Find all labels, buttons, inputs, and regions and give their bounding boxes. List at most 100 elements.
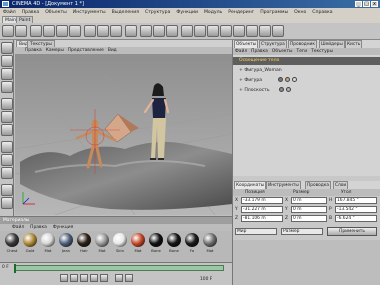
camera-icon[interactable] [259,25,271,37]
array-icon[interactable] [207,25,219,37]
time-ruler[interactable] [14,265,224,271]
material-swatch[interactable]: Jean [58,233,74,257]
scene-icon[interactable] [246,25,258,37]
angle-b-field[interactable]: -6.624 ° [335,215,377,222]
om-menu-tags[interactable]: Теги [295,49,310,54]
tab-shaders[interactable]: Шейдеры [319,40,345,48]
autokey-icon[interactable] [125,274,133,282]
menu-functions[interactable]: Функции [173,10,201,15]
z-axis-icon[interactable] [110,25,122,37]
edges-mode-icon[interactable] [1,111,13,123]
tab-objects[interactable]: Объекты [234,40,259,48]
render-settings-icon[interactable] [166,25,178,37]
menu-file[interactable]: Файл [0,10,19,15]
position-y-field[interactable]: -31.227 m [241,206,283,213]
om-menu-objects[interactable]: Объекты [270,49,295,54]
previous-frame-icon[interactable] [70,274,78,282]
mat-menu-edit[interactable]: Правка [27,225,50,230]
light-icon[interactable] [272,25,284,37]
material-swatch[interactable]: Mat [40,233,56,257]
om-menu-textures[interactable]: Текстуры [309,49,335,54]
next-frame-icon[interactable] [90,274,98,282]
menu-window[interactable]: Окно [291,10,309,15]
3d-scene[interactable] [15,54,232,215]
tab-paint[interactable]: Paint [16,16,34,23]
size-y-field[interactable]: 0 m [291,206,327,213]
play-icon[interactable] [80,274,88,282]
size-mode-select[interactable]: Размер [281,228,323,235]
menu-programs[interactable]: Программы [257,10,291,15]
spline-icon[interactable] [220,25,232,37]
points-mode-icon[interactable] [1,98,13,110]
mat-menu-function[interactable]: Функция [50,225,76,230]
tab-browser[interactable]: Проводник [288,40,317,48]
cube-icon[interactable] [181,25,193,37]
material-swatch[interactable]: Hair [76,233,92,257]
minimize-button[interactable]: _ [355,1,362,7]
menu-edit[interactable]: Правка [19,10,42,15]
mat-menu-file[interactable]: Файл [0,225,27,230]
menu-selection[interactable]: Выделения [109,10,142,15]
size-x-field[interactable]: 0 m [291,197,327,204]
material-tag-icon[interactable] [286,87,292,92]
tab-wiring[interactable]: Проводка [305,181,331,189]
snap-icon[interactable] [1,154,13,166]
angle-h-field[interactable]: 167.845 ° [335,197,377,204]
coordinate-mode-select[interactable]: Мир [235,228,277,235]
maximize-button[interactable]: □ [363,1,370,7]
material-swatch[interactable]: Chest [4,233,20,257]
material-swatch[interactable]: Mat [130,233,146,257]
rotate-icon[interactable] [69,25,81,37]
om-menu-edit[interactable]: Правка [249,49,270,54]
viewport-menu-view[interactable]: Вид [106,48,119,53]
live-select-icon[interactable] [30,25,42,37]
close-button[interactable]: x [371,1,378,7]
solo-icon[interactable] [1,184,13,196]
viewport-menu-display[interactable]: Представление [66,48,106,53]
material-swatch[interactable]: Skin [112,233,128,257]
menu-render[interactable]: Рендеринг [225,10,257,15]
tab-textures[interactable]: Текстуры [27,40,55,47]
tab-layers[interactable]: Слои [333,181,349,189]
viewport-menu-edit[interactable]: Правка [15,48,44,53]
position-x-field[interactable]: -33.179 m [241,197,283,204]
object-row[interactable]: + Фигура [233,77,380,85]
texture-mode-icon[interactable] [1,68,13,80]
render-region-icon[interactable] [153,25,165,37]
material-swatch[interactable]: Bone [166,233,182,257]
workplane-icon[interactable] [1,167,13,179]
playhead[interactable] [14,264,16,273]
tab-brush[interactable]: Кисть [345,40,363,48]
material-swatch[interactable]: Bone [148,233,164,257]
menu-tools[interactable]: Инструменты [70,10,109,15]
go-to-start-icon[interactable] [60,274,68,282]
om-menu-file[interactable]: Файл [233,49,249,54]
tab-coordinates[interactable]: Координаты [234,181,267,189]
deformer-icon[interactable] [233,25,245,37]
material-tag-icon[interactable] [291,77,297,82]
material-swatch[interactable]: Mat [202,233,218,257]
material-tag-icon[interactable] [284,77,290,82]
x-axis-icon[interactable] [84,25,96,37]
viewport-menu-cameras[interactable]: Камеры [44,48,66,53]
tab-tool-settings[interactable]: Инструменты [266,181,301,189]
scale-icon[interactable] [56,25,68,37]
record-icon[interactable] [115,274,123,282]
undo-icon[interactable] [2,25,14,37]
coordinate-system-icon[interactable] [125,25,137,37]
redo-icon[interactable] [15,25,27,37]
paint-icon[interactable] [1,197,13,209]
material-swatch[interactable]: Mat [94,233,110,257]
size-z-field[interactable]: 0 m [291,215,327,222]
polygons-mode-icon[interactable] [1,124,13,136]
axis-mode-icon[interactable] [1,81,13,93]
position-z-field[interactable]: -81.106 m [241,215,283,222]
animation-mode-icon[interactable] [1,141,13,153]
nurbs-icon[interactable] [194,25,206,37]
tab-structure[interactable]: Структура [259,40,287,48]
object-row[interactable]: Освещение тело [233,57,380,65]
material-tag-icon[interactable] [277,77,283,82]
object-row[interactable]: + Плоскость [233,87,380,95]
menu-objects[interactable]: Объекты [42,10,70,15]
material-swatch[interactable]: Gold [22,233,38,257]
